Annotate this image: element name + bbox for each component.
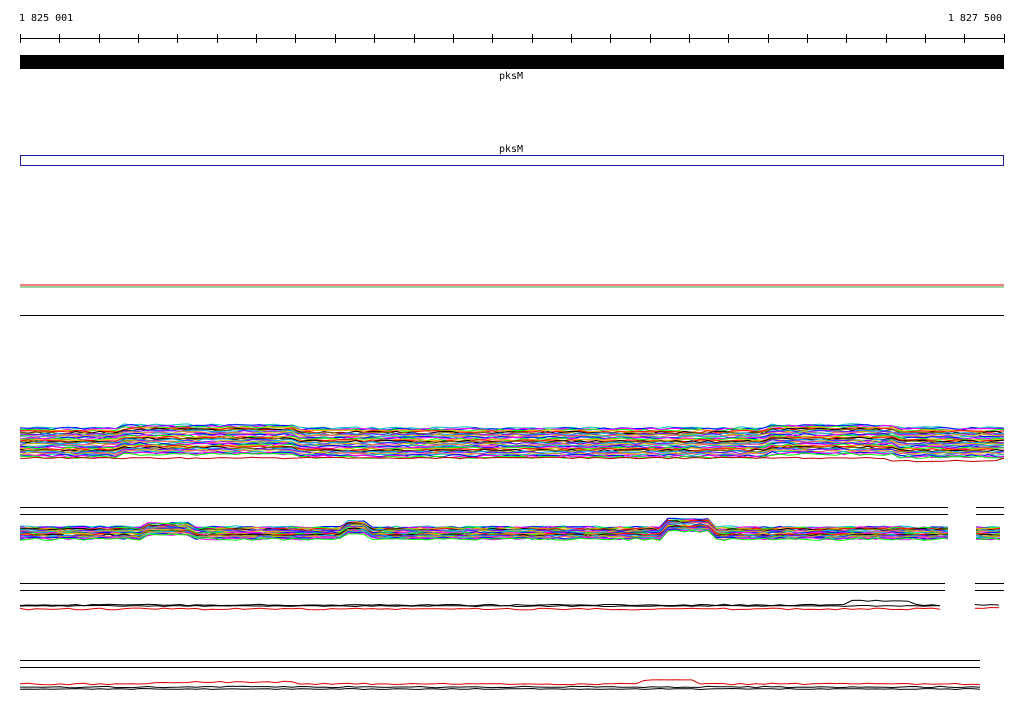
coverage-track-pair-1 <box>19 583 1004 611</box>
coverage-line-red <box>974 606 1000 609</box>
tracks-canvas[interactable] <box>0 0 1024 714</box>
gene-feature-label: pksM <box>498 71 524 82</box>
coverage-line-black <box>19 687 981 691</box>
gene-feature-bar[interactable] <box>20 55 1004 69</box>
coverage-track-pair-2 <box>19 660 981 691</box>
coverage-line <box>19 456 1005 463</box>
coverage-track-summary <box>20 284 1004 316</box>
coverage-line-black <box>974 604 1000 606</box>
coverage-track-multi-1 <box>19 423 1005 463</box>
coverage-track-multi-2 <box>19 507 1004 541</box>
coverage-line-red <box>19 679 981 686</box>
coverage-line-black <box>20 685 981 689</box>
coverage-line-black <box>19 599 941 607</box>
genome-browser-view: 1 825 001 1 827 500 pksM pksM <box>0 0 1024 714</box>
coordinate-ruler <box>20 34 1005 43</box>
coverage-line-black <box>19 604 941 608</box>
coverage-line-red <box>19 607 941 611</box>
cds-feature-label: pksM <box>498 144 524 155</box>
coverage-line <box>975 537 1001 540</box>
cds-feature-box[interactable] <box>20 155 1004 166</box>
